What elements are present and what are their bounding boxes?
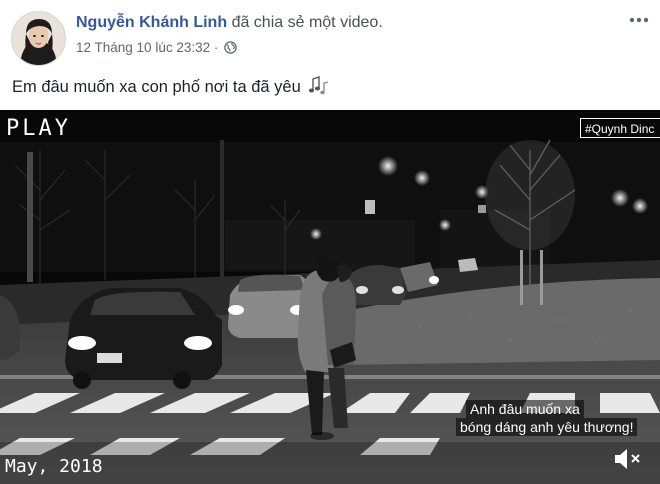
speaker-muted-icon[interactable] [612,446,646,472]
author-name[interactable]: Nguyễn Khánh Linh [76,14,227,31]
video-date-stamp: May, 2018 [5,456,103,477]
post-author-line: Nguyễn Khánh Linh đã chia sẻ một video. [76,14,383,32]
meta-separator: · [213,40,219,55]
post-caption: Em đâu muốn xa con phố nơi ta đã yêu [12,75,330,100]
ellipsis-icon[interactable] [626,10,652,30]
video-player[interactable]: PLAY #Quynh Dinc Anh đâu muốn xa bóng dá… [0,110,660,484]
post-meta: 12 Tháng 10 lúc 23:32 · [76,40,237,57]
music-notes-icon [308,75,330,100]
subtitle-line-2: bóng dáng anh yêu thương! [456,418,638,436]
post-action-text: đã chia sẻ một video. [231,14,383,31]
channel-watermark: #Quynh Dinc [580,118,660,138]
avatar[interactable] [11,11,66,66]
post-timestamp[interactable]: 12 Tháng 10 lúc 23:32 [76,40,210,55]
post-header: Nguyễn Khánh Linh đã chia sẻ một video. … [0,0,660,66]
subtitle-line-1: Anh đâu muốn xa [466,400,584,418]
video-overlay-title: PLAY [6,116,71,141]
globe-icon[interactable] [224,41,237,57]
caption-text: Em đâu muốn xa con phố nơi ta đã yêu [12,78,301,96]
